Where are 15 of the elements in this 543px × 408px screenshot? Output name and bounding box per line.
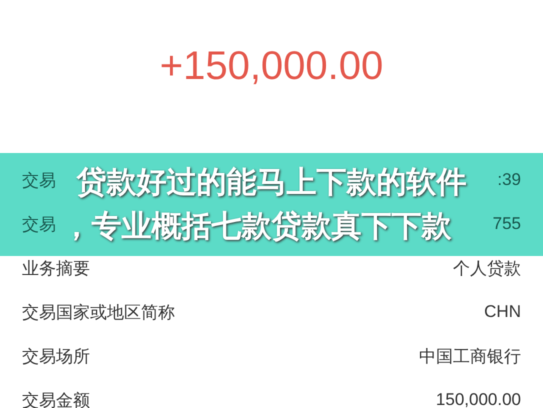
row-value: CHN <box>484 302 521 322</box>
row-label: 交易 <box>22 214 56 236</box>
row-label: 交易场所 <box>22 346 90 368</box>
row-label: 交易金额 <box>22 390 90 408</box>
row-value: 中国工商银行 <box>419 346 521 368</box>
banner-title-line: ，专业概括七款贷款真下下款 <box>62 208 452 246</box>
row-label: 交易国家或地区简称 <box>22 302 175 324</box>
row-label: 业务摘要 <box>22 258 90 280</box>
row-value: :39 <box>497 170 521 190</box>
row-value: 755 <box>492 214 521 234</box>
row-label: 交易 <box>22 170 56 192</box>
row-value: 150,000.00 <box>436 390 521 408</box>
banner-title-line: 贷款好过的能马上下款的软件 <box>76 164 466 202</box>
row-value: 个人贷款 <box>453 258 521 280</box>
amount-text: +150,000.00 <box>160 43 384 90</box>
